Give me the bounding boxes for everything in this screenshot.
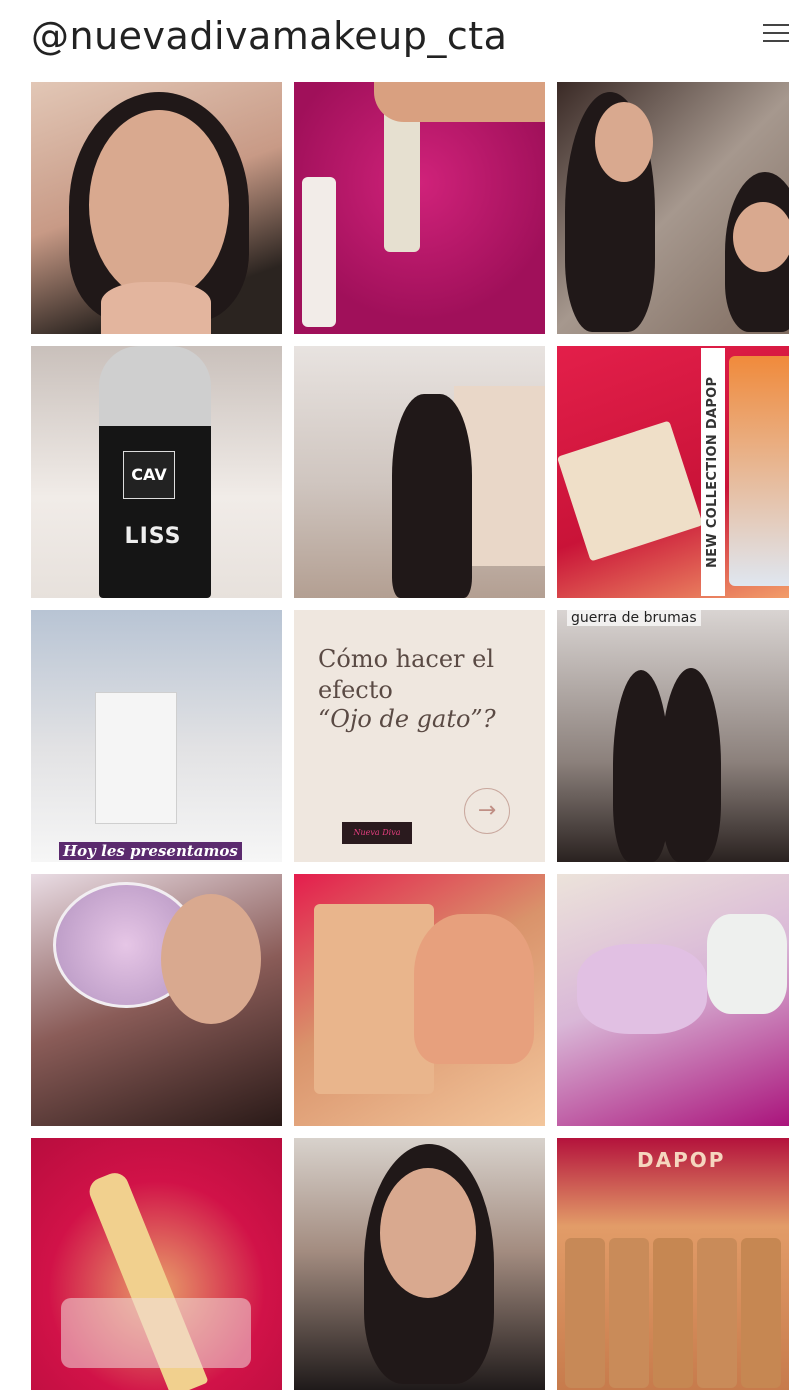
bottle-shape [565, 1238, 605, 1388]
bottle-shape [384, 102, 420, 252]
arrow-right-circle-icon: → [464, 788, 510, 834]
post-tile[interactable] [294, 1138, 545, 1390]
face-shape [733, 202, 789, 272]
post-tile[interactable] [557, 874, 789, 1126]
post-tile[interactable] [294, 346, 545, 598]
post-tile[interactable] [31, 874, 282, 1126]
product-label: CAV [123, 451, 175, 499]
menu-line [763, 24, 789, 26]
person-shape [661, 668, 721, 862]
person-shape [392, 394, 472, 598]
product-box-shape [95, 692, 177, 824]
post-tile[interactable]: CAV LISS [31, 346, 282, 598]
post-tile[interactable]: NEW COLLECTION DAPOP [557, 346, 789, 598]
hamburger-menu-icon[interactable] [763, 18, 789, 48]
post-tile[interactable] [31, 82, 282, 334]
hand-shape [414, 914, 534, 1064]
post-tile[interactable] [31, 1138, 282, 1390]
brand-logo: Nueva Diva [342, 822, 412, 844]
profile-handle[interactable]: @nuevadivamakeup_cta [31, 10, 507, 62]
hand-shape [374, 82, 545, 122]
post-tile[interactable] [557, 82, 789, 334]
towel-shape [577, 944, 707, 1034]
bottle-shape [697, 1238, 737, 1388]
packaging-shape [61, 1298, 251, 1368]
face-shape [89, 110, 229, 300]
towel-shape [707, 914, 787, 1014]
brand-label: DAPOP [637, 1148, 726, 1172]
bottle-shape [741, 1238, 781, 1388]
post-tile[interactable]: Hoy les presentamos [31, 610, 282, 862]
posts-grid: CAV LISS NEW COLLECTION DAPOP Hoy les pr… [31, 82, 789, 1394]
product-label: LISS [124, 524, 182, 549]
post-tile[interactable]: guerra de brumas [557, 610, 789, 862]
post-title: Cómo hacer el efecto [318, 645, 495, 704]
post-caption: Hoy les presentamos [59, 842, 242, 860]
post-tile[interactable]: DAPOP [557, 1138, 789, 1390]
post-tile[interactable] [294, 874, 545, 1126]
palette-shape [557, 420, 704, 562]
bottle-shape [609, 1238, 649, 1388]
post-tile[interactable] [294, 82, 545, 334]
package-shape [729, 356, 789, 586]
post-tile[interactable]: Cómo hacer el efecto “Ojo de gato”? → Nu… [294, 610, 545, 862]
bottle-shape [302, 177, 336, 327]
face-shape [595, 102, 653, 182]
profile-header: @nuevadivamakeup_cta [0, 0, 789, 78]
menu-line [763, 40, 789, 42]
bottle-shape [653, 1238, 693, 1388]
vertical-caption: NEW COLLECTION DAPOP [701, 348, 725, 596]
menu-line [763, 32, 789, 34]
hand-shape [101, 282, 211, 334]
face-shape [161, 894, 261, 1024]
face-shape [380, 1168, 476, 1298]
bottle-cap-shape [99, 346, 211, 426]
post-caption: guerra de brumas [567, 610, 701, 626]
post-title-italic: “Ojo de gato”? [318, 705, 496, 733]
